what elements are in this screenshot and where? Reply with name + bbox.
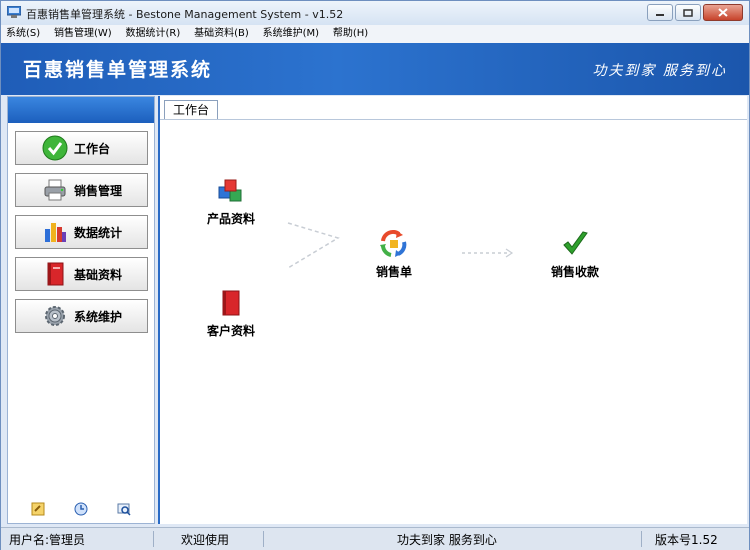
sidebar-toolbar: [8, 501, 154, 519]
red-book-icon: [42, 261, 68, 287]
main-panel: 工作台 产品资料 客户资料 销售单 销售收款: [158, 96, 747, 524]
status-bar: 用户名:管理员 欢迎使用 功夫到家 服务到心 版本号1.52: [1, 527, 749, 550]
status-user: 用户名:管理员: [9, 533, 86, 547]
menu-maintenance[interactable]: 系统维护(M): [258, 25, 324, 43]
key-icon[interactable]: [30, 501, 46, 517]
bar-chart-icon: [42, 219, 68, 245]
menu-statistics[interactable]: 数据统计(R): [121, 25, 186, 43]
cubes-icon: [216, 176, 246, 206]
flow-label-sales-receipt: 销售收款: [551, 265, 600, 279]
status-version: 版本号1.52: [655, 533, 718, 547]
printer-icon: [42, 177, 68, 203]
status-separator: [263, 531, 264, 547]
minimize-icon: [656, 13, 664, 16]
flow-node-sales-receipt[interactable]: 销售收款: [551, 229, 599, 280]
menu-bar: 系统(S) 销售管理(W) 数据统计(R) 基础资料(B) 系统维护(M) 帮助…: [1, 25, 749, 44]
sidebar-header: [8, 97, 154, 123]
status-slogan: 功夫到家 服务到心: [397, 533, 497, 547]
flow-node-sales-order[interactable]: 销售单: [376, 229, 412, 280]
status-separator: [641, 531, 642, 547]
app-icon: [7, 6, 21, 18]
sync-arrows-icon: [379, 229, 409, 259]
sidebar-item-label: 销售管理: [74, 183, 123, 198]
sidebar-item-maintenance[interactable]: 系统维护: [15, 299, 148, 333]
window-title: 百惠销售单管理系统 - Bestone Management System - …: [26, 8, 344, 21]
menu-system[interactable]: 系统(S): [1, 25, 45, 43]
close-button[interactable]: [703, 4, 743, 21]
maximize-icon: [683, 8, 693, 17]
checkmark-icon: [560, 229, 590, 259]
clock-icon[interactable]: [73, 501, 89, 517]
sidebar-item-basic-data[interactable]: 基础资料: [15, 257, 148, 291]
flow-label-sales-order: 销售单: [376, 265, 413, 279]
flow-node-product[interactable]: 产品资料: [207, 176, 255, 227]
status-separator: [153, 531, 154, 547]
title-bar[interactable]: 百惠销售单管理系统 - Bestone Management System - …: [1, 1, 749, 25]
flow-label-customer: 客户资料: [207, 324, 256, 338]
sidebar-item-label: 工作台: [74, 141, 111, 156]
menu-help[interactable]: 帮助(H): [328, 25, 373, 43]
sidebar-item-statistics[interactable]: 数据统计: [15, 215, 148, 249]
check-circle-icon: [42, 135, 68, 161]
flow-label-product: 产品资料: [207, 212, 256, 226]
banner-slogan: 功夫到家 服务到心: [592, 63, 727, 79]
banner-title: 百惠销售单管理系统: [23, 59, 213, 81]
flow-node-customer[interactable]: 客户资料: [207, 288, 255, 339]
menu-basic-data[interactable]: 基础资料(B): [189, 25, 254, 43]
maximize-button[interactable]: [675, 4, 701, 21]
sidebar-item-workbench[interactable]: 工作台: [15, 131, 148, 165]
sidebar-item-label: 系统维护: [74, 309, 123, 324]
red-book-icon: [216, 288, 246, 318]
sidebar: 工作台 销售管理 数据统计 基础资料 系统维护: [7, 96, 155, 524]
sidebar-item-label: 基础资料: [74, 267, 123, 282]
search-window-icon[interactable]: [116, 501, 132, 517]
sidebar-item-label: 数据统计: [74, 225, 123, 240]
app-window: 百惠销售单管理系统 - Bestone Management System - …: [0, 0, 750, 550]
close-icon: [718, 8, 728, 17]
header-banner: 百惠销售单管理系统 功夫到家 服务到心: [1, 43, 749, 95]
gear-icon: [42, 303, 68, 329]
menu-sales[interactable]: 销售管理(W): [49, 25, 117, 43]
sidebar-item-sales[interactable]: 销售管理: [15, 173, 148, 207]
minimize-button[interactable]: [647, 4, 673, 21]
status-welcome: 欢迎使用: [181, 533, 230, 547]
